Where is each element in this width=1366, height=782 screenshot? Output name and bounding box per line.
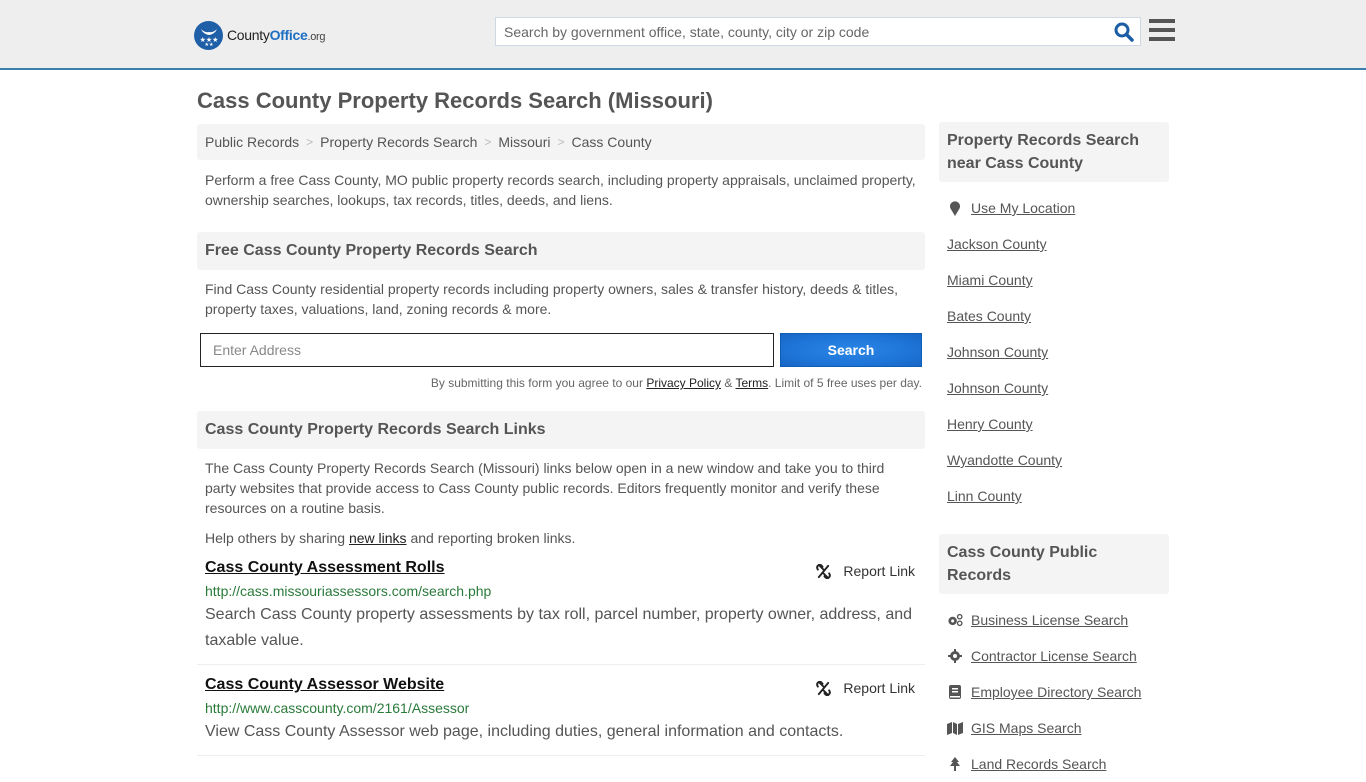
page-title: Cass County Property Records Search (Mis… <box>197 88 713 113</box>
logo-link[interactable]: ★★★ ★★ CountyOffice.org <box>194 20 326 50</box>
nearby-heading: Property Records Search near Cass County <box>939 122 1169 182</box>
report-link-button[interactable]: Report Link <box>816 563 915 579</box>
main-content: Public Records > Property Records Search… <box>197 124 925 756</box>
site-search-input[interactable] <box>496 18 1096 45</box>
hamburger-menu-icon[interactable] <box>1149 19 1175 43</box>
nearby-list: Use My Location Jackson County Miami Cou… <box>939 190 1169 514</box>
address-input[interactable] <box>200 333 774 367</box>
resource-link-title[interactable]: Cass County Assessment Rolls <box>205 559 444 576</box>
public-record-link[interactable]: Contractor License Search <box>971 648 1137 664</box>
terms-link[interactable]: Terms <box>735 376 768 390</box>
report-link-label: Report Link <box>843 680 915 696</box>
tree-icon <box>947 757 963 771</box>
resource-link-title[interactable]: Cass County Assessor Website <box>205 676 444 693</box>
search-icon[interactable] <box>1114 22 1134 42</box>
nearby-county-item: Wyandotte County <box>947 442 1161 478</box>
nearby-county-item: Johnson County <box>947 370 1161 406</box>
free-search-heading: Free Cass County Property Records Search <box>197 232 925 270</box>
site-search <box>495 17 1141 46</box>
public-record-link[interactable]: Business License Search <box>971 612 1128 628</box>
breadcrumb: Public Records > Property Records Search… <box>197 124 925 160</box>
nearby-county-link[interactable]: Jackson County <box>947 236 1047 252</box>
links-section-heading: Cass County Property Records Search Link… <box>197 411 925 449</box>
nearby-county-link[interactable]: Linn County <box>947 488 1022 504</box>
free-search-description: Find Cass County residential property re… <box>205 281 899 317</box>
public-records-list: Business License Search Contractor Licen… <box>939 602 1169 782</box>
nearby-county-item: Bates County <box>947 298 1161 334</box>
logo-text: CountyOffice.org <box>227 27 326 43</box>
site-header: ★★★ ★★ CountyOffice.org <box>0 0 1366 70</box>
resource-link-item: Cass County Assessor Website Report Link… <box>197 665 925 756</box>
resource-link-description: Search Cass County property assessments … <box>205 606 913 649</box>
breadcrumb-property-records-search[interactable]: Property Records Search <box>320 134 477 150</box>
resource-link-url: http://cass.missouriassessors.com/search… <box>205 583 492 599</box>
address-search-form: Search <box>197 333 925 367</box>
public-record-link[interactable]: Land Records Search <box>971 756 1106 772</box>
sidebar: Property Records Search near Cass County… <box>939 122 1169 782</box>
breadcrumb-missouri[interactable]: Missouri <box>498 134 550 150</box>
broken-link-icon <box>816 563 832 579</box>
breadcrumb-separator: > <box>484 135 492 149</box>
breadcrumb-separator: > <box>306 135 314 149</box>
map-icon <box>947 721 963 735</box>
public-record-item: Contractor License Search <box>947 638 1161 674</box>
nearby-county-link[interactable]: Wyandotte County <box>947 452 1062 468</box>
nearby-county-link[interactable]: Henry County <box>947 416 1033 432</box>
nearby-county-item: Linn County <box>947 478 1161 514</box>
public-record-link[interactable]: GIS Maps Search <box>971 720 1082 736</box>
nearby-county-item: Miami County <box>947 262 1161 298</box>
public-record-item: Land Records Search <box>947 746 1161 782</box>
breadcrumb-public-records[interactable]: Public Records <box>205 134 299 150</box>
report-link-label: Report Link <box>843 563 915 579</box>
use-my-location-item: Use My Location <box>947 190 1161 226</box>
resource-link-url: http://www.casscounty.com/2161/Assessor <box>205 700 470 716</box>
map-marker-icon <box>947 200 963 216</box>
public-records-heading: Cass County Public Records <box>939 534 1169 594</box>
nearby-county-item: Johnson County <box>947 334 1161 370</box>
nearby-county-link[interactable]: Johnson County <box>947 380 1048 396</box>
resource-link-item: Cass County Assessment Rolls Report Link… <box>197 548 925 665</box>
help-text: Help others by sharing new links and rep… <box>205 530 576 546</box>
privacy-policy-link[interactable]: Privacy Policy <box>646 376 721 390</box>
public-record-item: GIS Maps Search <box>947 710 1161 746</box>
public-record-link[interactable]: Employee Directory Search <box>971 684 1141 700</box>
nearby-county-item: Jackson County <box>947 226 1161 262</box>
gear-icon <box>947 649 963 663</box>
intro-text: Perform a free Cass County, MO public pr… <box>205 172 916 208</box>
book-icon <box>947 685 963 699</box>
gears-icon <box>947 613 963 627</box>
breadcrumb-cass-county[interactable]: Cass County <box>572 134 652 150</box>
svg-text:★★: ★★ <box>204 42 213 46</box>
broken-link-icon <box>816 680 832 696</box>
eagle-logo-icon: ★★★ ★★ <box>194 20 223 50</box>
new-links-link[interactable]: new links <box>349 530 407 546</box>
links-section-description: The Cass County Property Records Search … <box>205 460 885 516</box>
breadcrumb-separator: > <box>557 135 565 149</box>
nearby-county-link[interactable]: Johnson County <box>947 344 1048 360</box>
nearby-county-link[interactable]: Miami County <box>947 272 1033 288</box>
form-disclaimer: By submitting this form you agree to our… <box>430 376 922 390</box>
report-link-button[interactable]: Report Link <box>816 680 915 696</box>
nearby-county-link[interactable]: Bates County <box>947 308 1031 324</box>
public-record-item: Business License Search <box>947 602 1161 638</box>
address-search-button[interactable]: Search <box>780 333 922 367</box>
nearby-county-item: Henry County <box>947 406 1161 442</box>
use-my-location-link[interactable]: Use My Location <box>971 200 1075 216</box>
resource-link-description: View Cass County Assessor web page, incl… <box>205 723 844 740</box>
public-record-item: Employee Directory Search <box>947 674 1161 710</box>
